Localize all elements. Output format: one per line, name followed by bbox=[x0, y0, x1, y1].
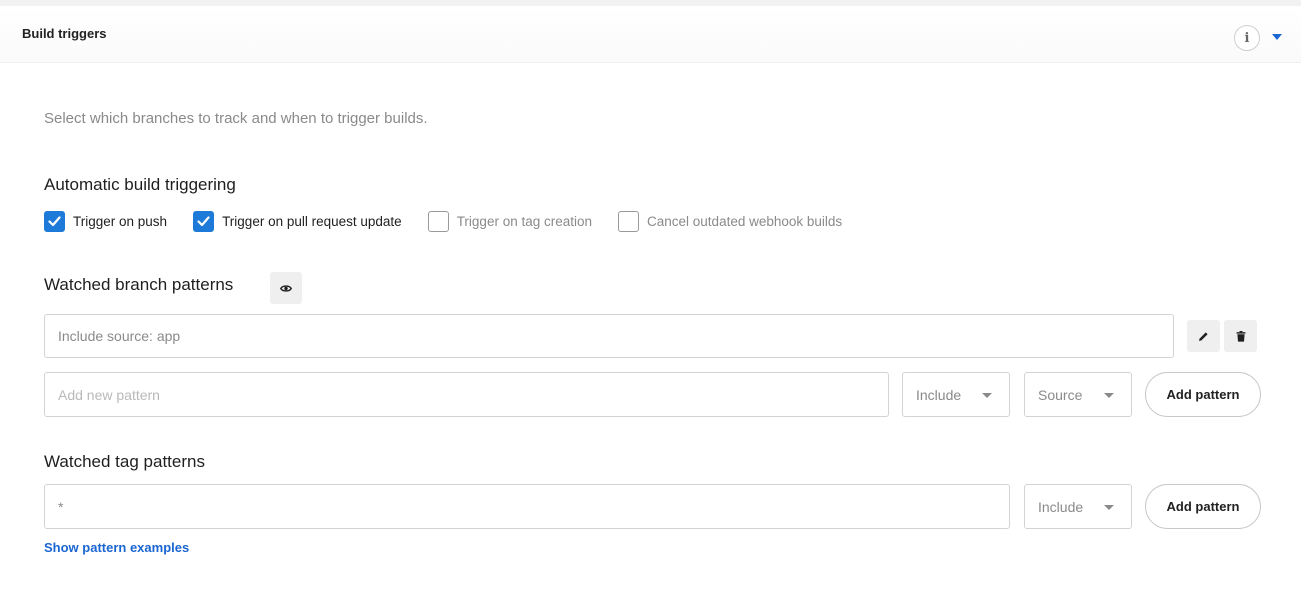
tag-include-select[interactable]: Include bbox=[1024, 484, 1132, 529]
new-branch-pattern-input[interactable] bbox=[44, 372, 889, 417]
add-branch-pattern-button[interactable]: Add pattern bbox=[1145, 372, 1261, 417]
chevron-down-icon bbox=[1104, 393, 1114, 398]
trigger-on-pr-update-checkbox[interactable]: Trigger on pull request update bbox=[193, 210, 402, 232]
trigger-on-tag-creation-checkbox[interactable]: Trigger on tag creation bbox=[427, 210, 593, 232]
tag-patterns-heading: Watched tag patterns bbox=[44, 452, 205, 471]
info-icon[interactable]: i bbox=[1234, 25, 1260, 51]
panel-header[interactable]: Build triggers i bbox=[0, 6, 1301, 63]
trash-icon[interactable] bbox=[1224, 320, 1257, 352]
select-value: Include bbox=[1038, 498, 1084, 515]
eye-icon[interactable] bbox=[270, 272, 302, 304]
checkbox-checked-icon[interactable] bbox=[193, 210, 215, 232]
select-value: Source bbox=[1038, 386, 1083, 403]
tag-pattern-input[interactable]: * bbox=[44, 484, 1010, 529]
section-description: Select which branches to track and when … bbox=[44, 110, 428, 127]
existing-branch-pattern[interactable]: Include source: app bbox=[44, 314, 1174, 358]
checkbox-unchecked-icon[interactable] bbox=[427, 210, 449, 232]
add-tag-pattern-button[interactable]: Add pattern bbox=[1145, 484, 1261, 529]
branch-patterns-heading: Watched branch patterns bbox=[44, 275, 234, 294]
automatic-triggering-heading: Automatic build triggering bbox=[44, 175, 236, 194]
trigger-checkbox-row: Trigger on push Trigger on pull request … bbox=[44, 210, 868, 232]
checkbox-unchecked-icon[interactable] bbox=[618, 210, 640, 232]
chevron-down-icon bbox=[1104, 505, 1114, 510]
checkbox-label: Cancel outdated webhook builds bbox=[647, 213, 843, 229]
pencil-icon[interactable] bbox=[1187, 320, 1220, 352]
show-pattern-examples-link[interactable]: Show pattern examples bbox=[44, 540, 189, 555]
panel-title: Build triggers bbox=[22, 26, 107, 41]
checkbox-label: Trigger on push bbox=[73, 213, 168, 229]
caret-down-icon[interactable] bbox=[1272, 34, 1282, 40]
trigger-on-push-checkbox[interactable]: Trigger on push bbox=[44, 210, 168, 232]
chevron-down-icon bbox=[982, 393, 992, 398]
branch-include-select[interactable]: Include bbox=[902, 372, 1010, 417]
cancel-outdated-builds-checkbox[interactable]: Cancel outdated webhook builds bbox=[618, 210, 843, 232]
checkbox-label: Trigger on pull request update bbox=[222, 213, 402, 229]
branch-source-select[interactable]: Source bbox=[1024, 372, 1132, 417]
checkbox-checked-icon[interactable] bbox=[44, 210, 65, 232]
checkbox-label: Trigger on tag creation bbox=[456, 213, 593, 229]
select-value: Include bbox=[916, 386, 962, 403]
